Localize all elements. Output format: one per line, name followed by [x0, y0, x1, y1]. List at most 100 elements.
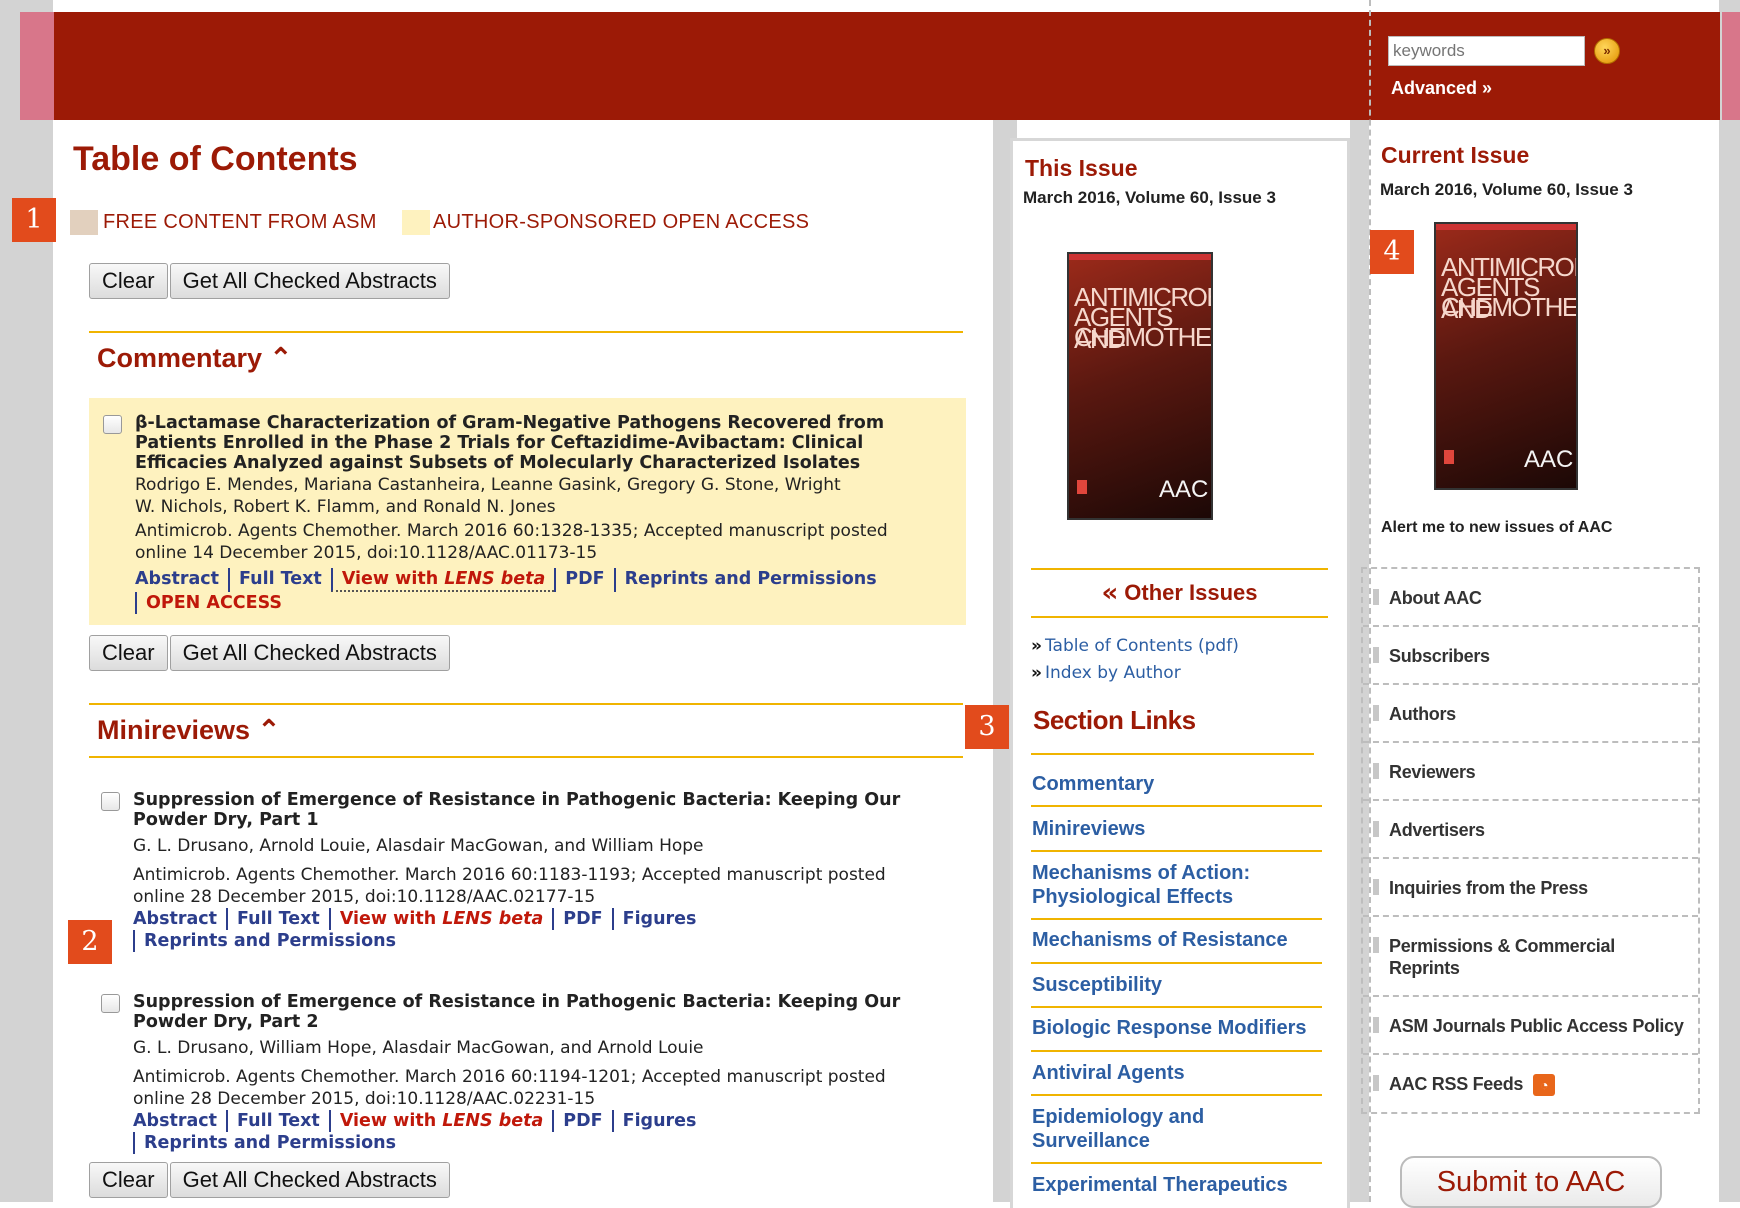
section-links-title: Section Links — [1033, 705, 1196, 735]
figures-link[interactable]: Figures — [611, 1110, 706, 1132]
article-title[interactable]: Suppression of Emergence of Resistance i… — [133, 992, 923, 1032]
nav-press-inquiries[interactable]: Inquiries from the Press — [1363, 859, 1698, 917]
nav-permissions[interactable]: Permissions & Commercial Reprints — [1363, 917, 1698, 997]
arrow-bullet-icon: » — [1031, 636, 1042, 656]
section-links-divider — [1031, 753, 1314, 755]
nav-reviewers[interactable]: Reviewers — [1363, 743, 1698, 801]
nav-advertisers[interactable]: Advertisers — [1363, 801, 1698, 859]
full-text-link[interactable]: Full Text — [226, 908, 329, 930]
section-link-divider — [1031, 1162, 1322, 1164]
clear-button[interactable]: Clear — [89, 263, 168, 299]
article-citation: Antimicrob. Agents Chemother. March 2016… — [133, 865, 886, 907]
view-with-label: View with — [339, 1111, 443, 1131]
pdf-link[interactable]: PDF — [552, 908, 611, 930]
get-all-abstracts-button[interactable]: Get All Checked Abstracts — [169, 263, 450, 299]
free-content-legend: FREE CONTENT FROM ASM — [103, 211, 377, 233]
article-links: Abstract Full Text View with LENS beta P… — [133, 908, 963, 952]
open-access-swatch — [402, 210, 430, 235]
full-text-link[interactable]: Full Text — [226, 1110, 329, 1132]
double-chevron-left-icon: « — [1101, 578, 1119, 608]
article-title[interactable]: β-Lactamase Characterization of Gram-Neg… — [135, 413, 955, 473]
abstract-link[interactable]: Abstract — [135, 568, 228, 592]
other-issues-button[interactable]: « Other Issues — [1031, 568, 1328, 618]
section-heading-commentary[interactable]: Commentary ⌃ — [97, 343, 292, 374]
abstract-toolbar: Clear Get All Checked Abstracts — [89, 263, 452, 299]
index-by-author-label: Index by Author — [1044, 663, 1181, 683]
article-item: β-Lactamase Characterization of Gram-Neg… — [89, 398, 966, 625]
toc-pdf-label: Table of Contents (pdf) — [1044, 636, 1239, 656]
get-all-abstracts-button[interactable]: Get All Checked Abstracts — [169, 1162, 450, 1198]
clear-button[interactable]: Clear — [89, 635, 168, 671]
section-link-experimental-therapeutics[interactable]: Experimental Therapeutics — [1032, 1173, 1322, 1197]
advanced-search-link[interactable]: Advanced » — [1391, 78, 1492, 99]
this-issue-cover[interactable]: ANTIMICROBIAL AGENTS AND CHEMOTHERAPY AA… — [1067, 252, 1213, 520]
reprints-link[interactable]: Reprints and Permissions — [133, 930, 405, 952]
reprints-link[interactable]: Reprints and Permissions — [613, 568, 886, 592]
nav-about[interactable]: About AAC — [1363, 569, 1698, 627]
abstract-link[interactable]: Abstract — [133, 1110, 226, 1132]
search-input[interactable] — [1388, 36, 1585, 66]
callout-marker: 1 — [12, 198, 56, 242]
reprints-link[interactable]: Reprints and Permissions — [133, 1132, 405, 1154]
section-link-divider — [1031, 962, 1322, 964]
view-with-lens-link[interactable]: View with LENS beta — [328, 1110, 552, 1132]
view-with-label: View with — [339, 909, 443, 929]
clear-button[interactable]: Clear — [89, 1162, 168, 1198]
article-title[interactable]: Suppression of Emergence of Resistance i… — [133, 790, 923, 830]
article-links: Abstract Full Text View with LENS beta P… — [133, 1110, 963, 1154]
article-citation: Antimicrob. Agents Chemother. March 2016… — [133, 1067, 886, 1109]
this-issue-title: This Issue — [1025, 155, 1138, 181]
cover-logo: AAC — [1159, 476, 1209, 503]
article-checkbox[interactable] — [101, 994, 120, 1013]
article-checkbox[interactable] — [101, 792, 120, 811]
abstract-link[interactable]: Abstract — [133, 908, 226, 930]
open-access-link[interactable]: OPEN ACCESS — [135, 592, 291, 614]
section-link-divider — [1031, 1050, 1322, 1052]
header-bar — [20, 12, 1720, 120]
current-issue-cover[interactable]: ANTIMICROBIAL AGENTS AND CHEMOTHERAPY AA… — [1434, 222, 1578, 490]
toc-pdf-link[interactable]: » Table of Contents (pdf) — [1031, 636, 1239, 656]
search-go-button[interactable]: » — [1594, 38, 1620, 64]
section-link-epidemiology[interactable]: Epidemiology and Surveillance — [1032, 1105, 1322, 1153]
section-link-susceptibility[interactable]: Susceptibility — [1032, 973, 1322, 997]
nav-public-access-policy[interactable]: ASM Journals Public Access Policy — [1363, 997, 1698, 1055]
article-authors: Rodrigo E. Mendes, Mariana Castanheira, … — [135, 475, 841, 517]
article-links: Abstract Full Text View with LENS beta P… — [135, 568, 965, 614]
page-gutter-right — [1719, 0, 1740, 1202]
rss-feeds-label: AAC RSS Feeds — [1389, 1074, 1524, 1094]
submit-button[interactable]: Submit to AAC — [1400, 1156, 1662, 1208]
current-issue-meta: March 2016, Volume 60, Issue 3 — [1380, 180, 1633, 199]
figures-link[interactable]: Figures — [611, 908, 706, 930]
article-authors: G. L. Drusano, William Hope, Alasdair Ma… — [133, 1038, 704, 1058]
lens-label: LENS beta — [442, 909, 544, 929]
view-with-lens-link[interactable]: View with LENS beta — [330, 568, 555, 592]
abstract-toolbar: Clear Get All Checked Abstracts — [89, 635, 452, 671]
nav-rss-feeds[interactable]: AAC RSS Feeds ◔ — [1363, 1055, 1698, 1112]
section-link-mechanisms-of-action[interactable]: Mechanisms of Action: Physiological Effe… — [1032, 861, 1322, 909]
article-authors: G. L. Drusano, Arnold Louie, Alasdair Ma… — [133, 836, 704, 856]
pdf-link[interactable]: PDF — [552, 1110, 611, 1132]
page-title: Table of Contents — [73, 140, 358, 178]
full-text-link[interactable]: Full Text — [228, 568, 331, 592]
article-checkbox[interactable] — [103, 415, 122, 434]
callout-marker: 3 — [965, 705, 1009, 749]
abstract-toolbar: Clear Get All Checked Abstracts — [89, 1162, 452, 1198]
section-link-minireviews[interactable]: Minireviews — [1032, 817, 1322, 841]
section-link-commentary[interactable]: Commentary — [1032, 772, 1322, 796]
index-by-author-link[interactable]: » Index by Author — [1031, 663, 1181, 683]
section-link-antiviral-agents[interactable]: Antiviral Agents — [1032, 1061, 1322, 1085]
section-link-mechanisms-of-resistance[interactable]: Mechanisms of Resistance — [1032, 928, 1322, 952]
pdf-link[interactable]: PDF — [554, 568, 613, 592]
header-edge-left — [20, 12, 54, 120]
section-link-biologic-response-modifiers[interactable]: Biologic Response Modifiers — [1032, 1016, 1322, 1040]
cover-stripe — [1436, 224, 1576, 230]
asm-logo-icon — [1444, 450, 1454, 464]
nav-subscribers[interactable]: Subscribers — [1363, 627, 1698, 685]
nav-authors[interactable]: Authors — [1363, 685, 1698, 743]
alert-new-issues-link[interactable]: Alert me to new issues of AAC — [1381, 519, 1612, 537]
view-with-lens-link[interactable]: View with LENS beta — [328, 908, 552, 930]
section-heading-minireviews[interactable]: Minireviews ⌃ — [97, 715, 280, 746]
section-link-divider — [1031, 850, 1322, 852]
get-all-abstracts-button[interactable]: Get All Checked Abstracts — [169, 635, 450, 671]
other-issues-label: Other Issues — [1124, 580, 1258, 605]
